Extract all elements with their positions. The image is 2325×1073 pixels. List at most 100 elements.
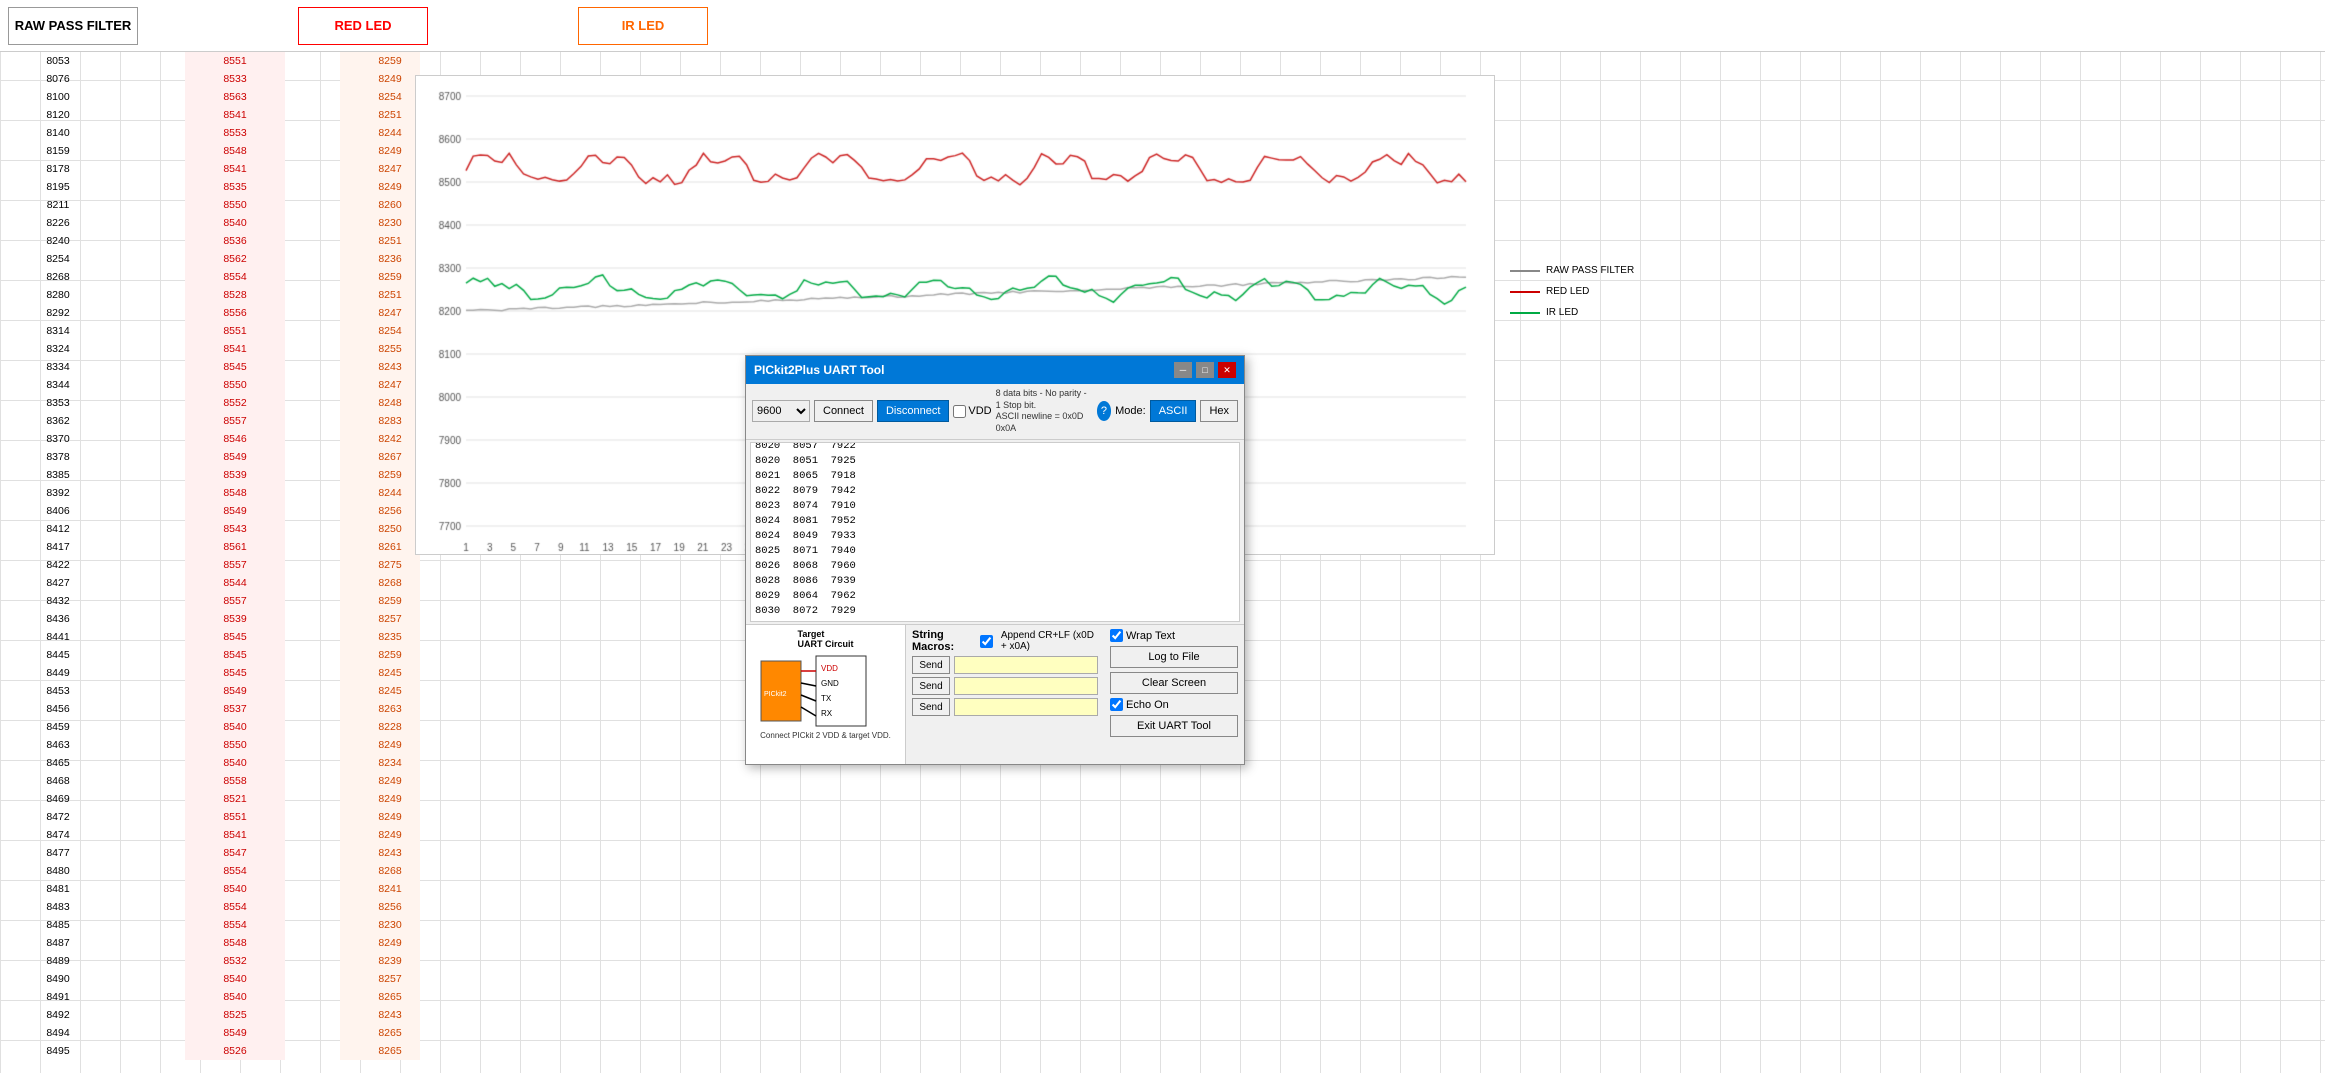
table-row: 8257 (340, 610, 420, 628)
table-row: 8481 (8, 880, 108, 898)
table-row: 8195 (8, 178, 108, 196)
table-row: 8551 (185, 322, 285, 340)
table-row: 8275 (340, 556, 420, 574)
legend-red-line (1510, 291, 1540, 293)
hex-mode-button[interactable]: Hex (1200, 400, 1238, 422)
table-row: 8178 (8, 160, 108, 178)
table-row: 8250 (340, 520, 420, 538)
uart-dialog: PICkit2Plus UART Tool ─ □ ✕ 960019200384… (745, 355, 1245, 765)
table-row: 8441 (8, 628, 108, 646)
echo-on-container[interactable]: Echo On (1110, 698, 1238, 711)
table-row: 8243 (340, 1006, 420, 1024)
info-text: 8 data bits - No parity - 1 Stop bit.ASC… (996, 388, 1093, 435)
legend-ir: IR LED (1510, 307, 2325, 318)
exit-uart-button[interactable]: Exit UART Tool (1110, 715, 1238, 737)
table-row: 8247 (340, 304, 420, 322)
table-row: 8536 (185, 232, 285, 250)
raw-header-label: RAW PASS FILTER (15, 18, 132, 33)
table-row: 8268 (340, 862, 420, 880)
vdd-checkbox-container[interactable]: VDD (953, 405, 991, 418)
wrap-text-container[interactable]: Wrap Text (1110, 629, 1238, 642)
minimize-button[interactable]: ─ (1174, 362, 1192, 378)
table-row: 8427 (8, 574, 108, 592)
table-row: 8477 (8, 844, 108, 862)
clear-screen-button[interactable]: Clear Screen (1110, 672, 1238, 694)
macro-input-1[interactable] (954, 656, 1098, 674)
vdd-checkbox[interactable] (953, 405, 966, 418)
macro-input-2[interactable] (954, 677, 1098, 695)
mode-label: Mode: (1115, 405, 1146, 417)
table-row: 8550 (185, 736, 285, 754)
table-row: 8549 (185, 1024, 285, 1042)
table-row: 8490 (8, 970, 108, 988)
table-row: 8550 (185, 196, 285, 214)
append-crlf-label: Append CR+LF (x0D + x0A) (1001, 630, 1098, 652)
table-row: 8539 (185, 610, 285, 628)
circuit-caption: Connect PICkit 2 VDD & target VDD. (760, 731, 891, 740)
table-row: 8053 (8, 52, 108, 70)
table-row: 8120 (8, 106, 108, 124)
table-row: 8541 (185, 106, 285, 124)
table-row: 8557 (185, 556, 285, 574)
table-row: 8549 (185, 682, 285, 700)
svg-text:VDD: VDD (821, 664, 838, 673)
connect-button[interactable]: Connect (814, 400, 873, 422)
table-row: 8385 (8, 466, 108, 484)
table-row: 8540 (185, 214, 285, 232)
append-crlf-checkbox[interactable] (980, 635, 993, 648)
table-row: 8314 (8, 322, 108, 340)
table-row: 8257 (340, 970, 420, 988)
table-row: 8254 (340, 322, 420, 340)
table-row: 8249 (340, 736, 420, 754)
baud-rate-select[interactable]: 9600192003840057600115200 (752, 400, 810, 422)
circuit-svg: VDD GND TX RX PICkit2 (756, 651, 896, 731)
close-button[interactable]: ✕ (1218, 362, 1236, 378)
table-row: 8244 (340, 124, 420, 142)
ir-led-header: IR LED (578, 7, 708, 45)
echo-on-checkbox[interactable] (1110, 698, 1123, 711)
table-row: 8521 (185, 790, 285, 808)
table-row: 8370 (8, 430, 108, 448)
table-row: 8541 (185, 340, 285, 358)
send-button-3[interactable]: Send (912, 698, 950, 716)
table-row: 8251 (340, 232, 420, 250)
ascii-mode-button[interactable]: ASCII (1150, 400, 1197, 422)
table-row: 8249 (340, 70, 420, 88)
svg-text:PICkit2: PICkit2 (764, 691, 787, 698)
raw-column: 8053807681008120814081598178819582118226… (8, 52, 108, 1060)
table-row: 8472 (8, 808, 108, 826)
table-row: 8249 (340, 142, 420, 160)
echo-on-label: Echo On (1126, 699, 1169, 711)
log-to-file-button[interactable]: Log to File (1110, 646, 1238, 668)
table-row: 8236 (340, 250, 420, 268)
table-row: 8562 (185, 250, 285, 268)
send-button-2[interactable]: Send (912, 677, 950, 695)
legend-red-label: RED LED (1546, 286, 1589, 297)
maximize-button[interactable]: □ (1196, 362, 1214, 378)
table-row: 8417 (8, 538, 108, 556)
table-row: 8259 (340, 646, 420, 664)
legend-ir-line (1510, 312, 1540, 314)
table-row: 8280 (8, 286, 108, 304)
table-row: 8254 (8, 250, 108, 268)
table-row: 8540 (185, 970, 285, 988)
disconnect-button[interactable]: Disconnect (877, 400, 949, 422)
macro-input-3[interactable] (954, 698, 1098, 716)
titlebar-controls[interactable]: ─ □ ✕ (1174, 362, 1236, 378)
legend-raw-label: RAW PASS FILTER (1546, 265, 1634, 276)
right-section: Wrap Text Log to File Clear Screen Echo … (1104, 625, 1244, 764)
table-row: 8140 (8, 124, 108, 142)
table-row: 8242 (340, 430, 420, 448)
uart-data-display[interactable]: 8021 8078 79188020 8034 79128020 8051 79… (750, 442, 1240, 622)
table-row: 8489 (8, 952, 108, 970)
table-row: 8535 (185, 178, 285, 196)
svg-text:TX: TX (821, 694, 832, 703)
help-button[interactable]: ? (1097, 401, 1111, 421)
circuit-diagram: TargetUART Circuit VDD GND TX RX PICkit2 (746, 625, 906, 764)
wrap-text-checkbox[interactable] (1110, 629, 1123, 642)
table-row: 8540 (185, 988, 285, 1006)
send-button-1[interactable]: Send (912, 656, 950, 674)
table-row: 8268 (8, 268, 108, 286)
table-row: 8554 (185, 268, 285, 286)
table-row: 8235 (340, 628, 420, 646)
